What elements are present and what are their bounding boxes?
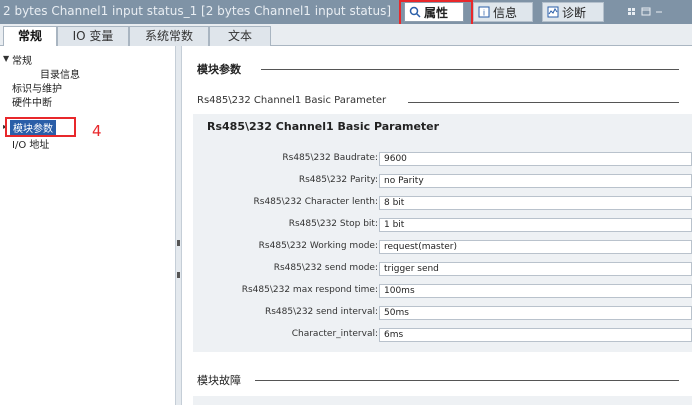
nav-item-catalog-info[interactable]: 目录信息	[40, 66, 80, 81]
window-title: 2 bytes Channel1 input status_1 [2 bytes…	[3, 4, 391, 18]
tab-io-tags[interactable]: IO 变量	[57, 26, 129, 46]
tab-strip: 常规 IO 变量 系统常数 文本	[0, 24, 692, 47]
tab-diagnostics-label: 诊断	[562, 5, 587, 20]
nav-item-general[interactable]: 常规	[12, 52, 32, 67]
annotation-number-4: 4	[92, 122, 102, 140]
content-panel: 模块参数 Rs485\232 Channel1 Basic Parameter …	[183, 46, 692, 405]
window-controls-icon[interactable]	[626, 5, 686, 19]
param-label: Rs485\232 Parity:	[298, 175, 378, 185]
param-working-mode-field[interactable]: request(master)	[379, 240, 692, 254]
param-character-length-field[interactable]: 8 bit	[379, 196, 692, 210]
param-stop-bit-field[interactable]: 1 bit	[379, 218, 692, 232]
param-label: Rs485\232 max respond time:	[241, 285, 378, 295]
title-bar: 2 bytes Channel1 input status_1 [2 bytes…	[0, 0, 692, 24]
tab-info[interactable]: i 信息	[473, 2, 533, 22]
param-send-interval-field[interactable]: 50ms	[379, 306, 692, 320]
param-send-mode-field[interactable]: trigger send	[379, 262, 692, 276]
tab-diagnostics[interactable]: 诊断	[542, 2, 604, 22]
nav-item-io-address[interactable]: I/O 地址	[12, 136, 49, 151]
param-label: Rs485\232 send mode:	[273, 263, 378, 273]
parameter-group-panel: Rs485\232 Channel1 Basic Parameter Rs485…	[193, 114, 692, 352]
diagnostics-icon	[547, 6, 559, 18]
param-label: Rs485\232 Working mode:	[258, 241, 378, 251]
left-nav: ▼ 常规 目录信息 标识与维护 硬件中断 ▸ 模块参数 I/O 地址	[0, 46, 176, 405]
param-label: Character_interval:	[291, 329, 378, 339]
section-title-module-fault: 模块故障	[197, 374, 241, 387]
param-label: Rs485\232 Stop bit:	[288, 219, 378, 229]
svg-text:i: i	[483, 9, 485, 18]
param-character-interval-field[interactable]: 6ms	[379, 328, 692, 342]
splitter-grip-icon[interactable]	[177, 272, 180, 278]
fault-section-divider	[255, 380, 679, 381]
section-divider	[261, 69, 679, 70]
tab-info-label: 信息	[493, 5, 518, 20]
param-label: Rs485\232 Baudrate:	[282, 153, 378, 163]
param-parity-field[interactable]: no Parity	[379, 174, 692, 188]
fault-group-panel	[193, 396, 692, 405]
section-title-module-parameters: 模块参数	[197, 63, 241, 76]
param-max-respond-time-field[interactable]: 100ms	[379, 284, 692, 298]
tab-system-constants[interactable]: 系统常数	[129, 26, 209, 46]
nav-item-identification[interactable]: 标识与维护	[12, 80, 62, 95]
sub-header-basic-parameter: Rs485\232 Channel1 Basic Parameter	[197, 95, 387, 106]
param-label: Rs485\232 send interval:	[264, 307, 378, 317]
splitter-grip-icon[interactable]	[177, 240, 180, 246]
param-label: Rs485\232 Character lenth:	[253, 197, 379, 207]
tab-text[interactable]: 文本	[209, 26, 271, 46]
nav-item-hardware-interrupt[interactable]: 硬件中断	[12, 94, 52, 109]
param-baudrate-field[interactable]: 9600	[379, 152, 692, 166]
expand-arrow-icon[interactable]: ▼	[3, 54, 9, 63]
annotation-box-4	[5, 117, 76, 137]
info-icon: i	[478, 6, 490, 18]
splitter[interactable]	[176, 46, 182, 405]
sub-header-divider	[408, 102, 679, 103]
group-title: Rs485\232 Channel1 Basic Parameter	[207, 120, 440, 133]
tab-general[interactable]: 常规	[3, 26, 57, 47]
